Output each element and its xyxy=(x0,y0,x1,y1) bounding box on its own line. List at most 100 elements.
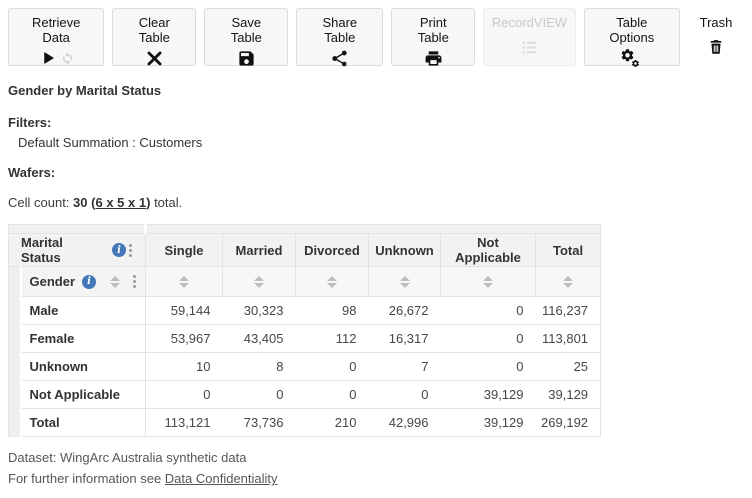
hierarchy-strip xyxy=(8,324,22,353)
share-icon xyxy=(330,49,349,68)
data-cell: 39,129 xyxy=(440,408,536,437)
clear-table-label: Clear Table xyxy=(138,15,170,45)
column-header-row: Marital Status i Single Married Divorced… xyxy=(8,233,602,267)
row-dimension-header: Gender i xyxy=(20,266,146,297)
data-cell: 210 xyxy=(295,408,369,437)
column-header-not-applicable[interactable]: Not Applicable xyxy=(440,233,536,267)
row-dimension-label: Gender xyxy=(29,274,76,289)
trash-button[interactable]: Trash xyxy=(688,8,744,66)
column-header-single[interactable]: Single xyxy=(145,233,223,267)
sort-icon[interactable] xyxy=(563,275,574,288)
data-cell: 42,996 xyxy=(368,408,441,437)
column-header-unknown[interactable]: Unknown xyxy=(368,233,441,267)
record-list-icon xyxy=(520,38,539,57)
info-icon[interactable]: i xyxy=(82,274,97,289)
data-cell: 0 xyxy=(440,324,536,353)
table-row: Not Applicable 0 0 0 0 39,129 39,129 xyxy=(8,380,601,409)
printer-icon xyxy=(424,49,443,68)
data-cell: 39,129 xyxy=(535,380,601,409)
data-cell: 25 xyxy=(535,352,601,381)
data-cell: 112 xyxy=(295,324,369,353)
row-label: Unknown xyxy=(20,352,146,381)
data-cell: 10 xyxy=(145,352,223,381)
cell-count-close-paren: ) xyxy=(146,195,151,210)
hierarchy-strip xyxy=(8,380,22,409)
gears-icon xyxy=(621,49,642,70)
crosstab-table: Marital Status i Single Married Divorced… xyxy=(8,224,602,437)
data-cell: 73,736 xyxy=(222,408,296,437)
data-cell: 16,317 xyxy=(368,324,441,353)
confidentiality-prefix: For further information see xyxy=(8,471,165,487)
share-table-button[interactable]: Share Table xyxy=(296,8,384,68)
column-dimension-header: Marital Status i xyxy=(8,233,146,267)
column-header-total[interactable]: Total xyxy=(534,233,602,267)
retrieve-data-button[interactable]: Retrieve Data xyxy=(8,8,105,67)
cell-count-value: 30 xyxy=(73,195,88,210)
share-table-label: Share Table xyxy=(322,15,358,45)
cell-count-link[interactable]: 6 x 5 x 1 xyxy=(95,195,146,210)
cell-count-line: Cell count: 30 (6 x 5 x 1) total. xyxy=(8,195,744,210)
data-cell: 0 xyxy=(295,380,369,409)
recordview-label: RecordVIEW xyxy=(491,15,568,30)
row-label: Total xyxy=(20,408,146,437)
data-cell: 43,405 xyxy=(222,324,296,353)
save-table-button[interactable]: Save Table xyxy=(204,8,289,68)
table-body: Male 59,144 30,323 98 26,672 0 116,237 F… xyxy=(8,296,601,437)
table-row: Male 59,144 30,323 98 26,672 0 116,237 xyxy=(8,296,601,325)
data-cell: 30,323 xyxy=(222,296,296,325)
table-row: Total 113,121 73,736 210 42,996 39,129 2… xyxy=(8,408,601,437)
data-cell: 0 xyxy=(222,380,296,409)
table-row: Female 53,967 43,405 112 16,317 0 113,80… xyxy=(8,324,601,353)
table-options-button[interactable]: Table Options xyxy=(583,8,680,68)
hierarchy-strip xyxy=(8,408,22,437)
info-icon[interactable]: i xyxy=(112,243,126,257)
column-header-divorced[interactable]: Divorced xyxy=(295,233,369,267)
clear-x-icon xyxy=(145,49,164,68)
sort-icon[interactable] xyxy=(327,275,337,288)
data-cell: 269,192 xyxy=(535,408,601,437)
print-table-label: Print Table xyxy=(417,15,449,45)
data-cell: 8 xyxy=(222,352,296,381)
data-cell: 116,237 xyxy=(535,296,601,325)
hierarchy-strip xyxy=(8,266,22,297)
cell-count-prefix: Cell count: xyxy=(8,195,70,210)
print-table-button[interactable]: Print Table xyxy=(391,8,476,68)
row-label: Not Applicable xyxy=(20,380,146,409)
recordview-button: RecordVIEW xyxy=(483,8,576,66)
row-dimension-sort-row: Gender i xyxy=(8,266,602,297)
confidentiality-note: For further information see Data Confide… xyxy=(8,468,744,489)
column-header-married[interactable]: Married xyxy=(222,233,296,267)
data-cell: 39,129 xyxy=(440,380,536,409)
data-cell: 59,144 xyxy=(145,296,223,325)
hierarchy-strip xyxy=(8,352,22,381)
data-cell: 0 xyxy=(145,380,223,409)
table-spacer-row xyxy=(8,224,601,234)
sort-icon[interactable] xyxy=(399,275,410,288)
data-cell: 53,967 xyxy=(145,324,223,353)
kebab-menu-icon[interactable] xyxy=(130,273,139,290)
sort-icon[interactable] xyxy=(179,275,189,288)
dataset-note: Dataset: WingArc Australia synthetic dat… xyxy=(8,450,247,465)
play-icon xyxy=(39,49,57,67)
sort-icon[interactable] xyxy=(254,275,264,288)
trash-label: Trash xyxy=(699,15,733,30)
data-cell: 98 xyxy=(295,296,369,325)
floppy-save-icon xyxy=(237,49,256,68)
retrieve-data-label: Retrieve Data xyxy=(31,15,81,45)
cell-count-suffix: total. xyxy=(154,195,183,210)
data-confidentiality-link[interactable]: Data Confidentiality xyxy=(165,471,278,486)
sort-icon[interactable] xyxy=(483,275,493,288)
table-row: Unknown 10 8 0 7 0 25 xyxy=(8,352,601,381)
row-label: Male xyxy=(20,296,146,325)
data-cell: 0 xyxy=(295,352,369,381)
table-footer: Dataset: WingArc Australia synthetic dat… xyxy=(8,447,744,490)
filters-value: Default Summation : Customers xyxy=(18,135,203,150)
clear-table-button[interactable]: Clear Table xyxy=(112,8,197,68)
save-table-label: Save Table xyxy=(230,15,262,45)
kebab-menu-icon[interactable] xyxy=(126,242,135,259)
sync-icon xyxy=(61,52,74,65)
sort-icon[interactable] xyxy=(110,275,121,288)
data-cell: 7 xyxy=(368,352,441,381)
column-dimension-label: Marital Status xyxy=(21,235,63,265)
data-cell: 0 xyxy=(440,352,536,381)
